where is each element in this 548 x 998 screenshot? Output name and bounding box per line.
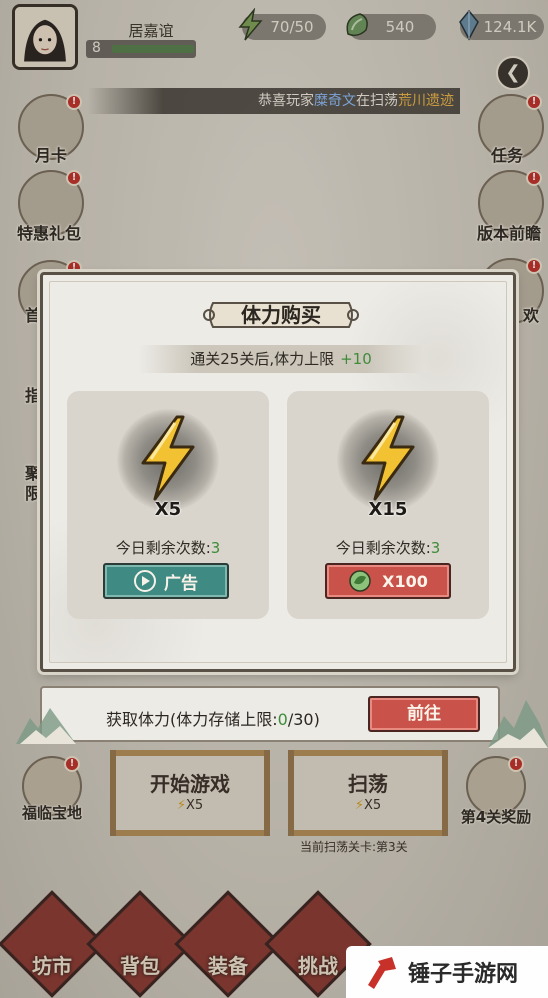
play-icon — [134, 570, 156, 592]
remaining-count: 3 — [430, 539, 441, 557]
jade-icon — [349, 570, 371, 592]
remaining-count: 3 — [210, 539, 221, 557]
limit-text: 通关25关后,体力上限 — [190, 350, 335, 368]
dialog-title: 体力购买 — [241, 303, 321, 327]
watch-ad-button[interactable]: 广告 — [103, 563, 229, 599]
site-watermark: 锤子手游网 — [346, 946, 548, 998]
lightning-icon — [141, 415, 195, 501]
limit-bonus: +10 — [340, 350, 372, 368]
watch-ad-label: 广告 — [164, 573, 198, 594]
buy-with-jade-button[interactable]: X100 — [325, 563, 451, 599]
dialog-title-banner: 体力购买 — [203, 295, 359, 335]
watermark-text: 锤子手游网 — [408, 962, 519, 987]
card-multiplier: X5 — [154, 499, 182, 520]
lightning-icon — [361, 415, 415, 501]
stamina-purchase-dialog: 体力购买 通关25关后,体力上限 +10 X5 今日剩余次数:3 广告 X15 今… — [40, 272, 516, 672]
mountain-decoration — [488, 700, 548, 748]
stamina-limit-banner: 通关25关后,体力上限 +10 — [139, 345, 423, 373]
mountain-decoration — [16, 708, 76, 744]
obtain-stamina-text: 获取体力(体力存储上限:0/30) — [106, 710, 320, 729]
card-multiplier: X15 — [368, 499, 408, 520]
ad-stamina-card: X5 今日剩余次数:3 广告 — [67, 391, 269, 619]
go-button[interactable]: 前往 — [368, 696, 480, 732]
stored-stamina-count: 0 — [277, 710, 288, 729]
remaining-count-text: 今日剩余次数:3 — [335, 539, 441, 557]
remaining-count-text: 今日剩余次数:3 — [115, 539, 221, 557]
jade-price-label: X100 — [382, 571, 428, 591]
jade-stamina-card: X15 今日剩余次数:3 X100 — [287, 391, 489, 619]
hammer-logo-icon — [368, 957, 396, 989]
